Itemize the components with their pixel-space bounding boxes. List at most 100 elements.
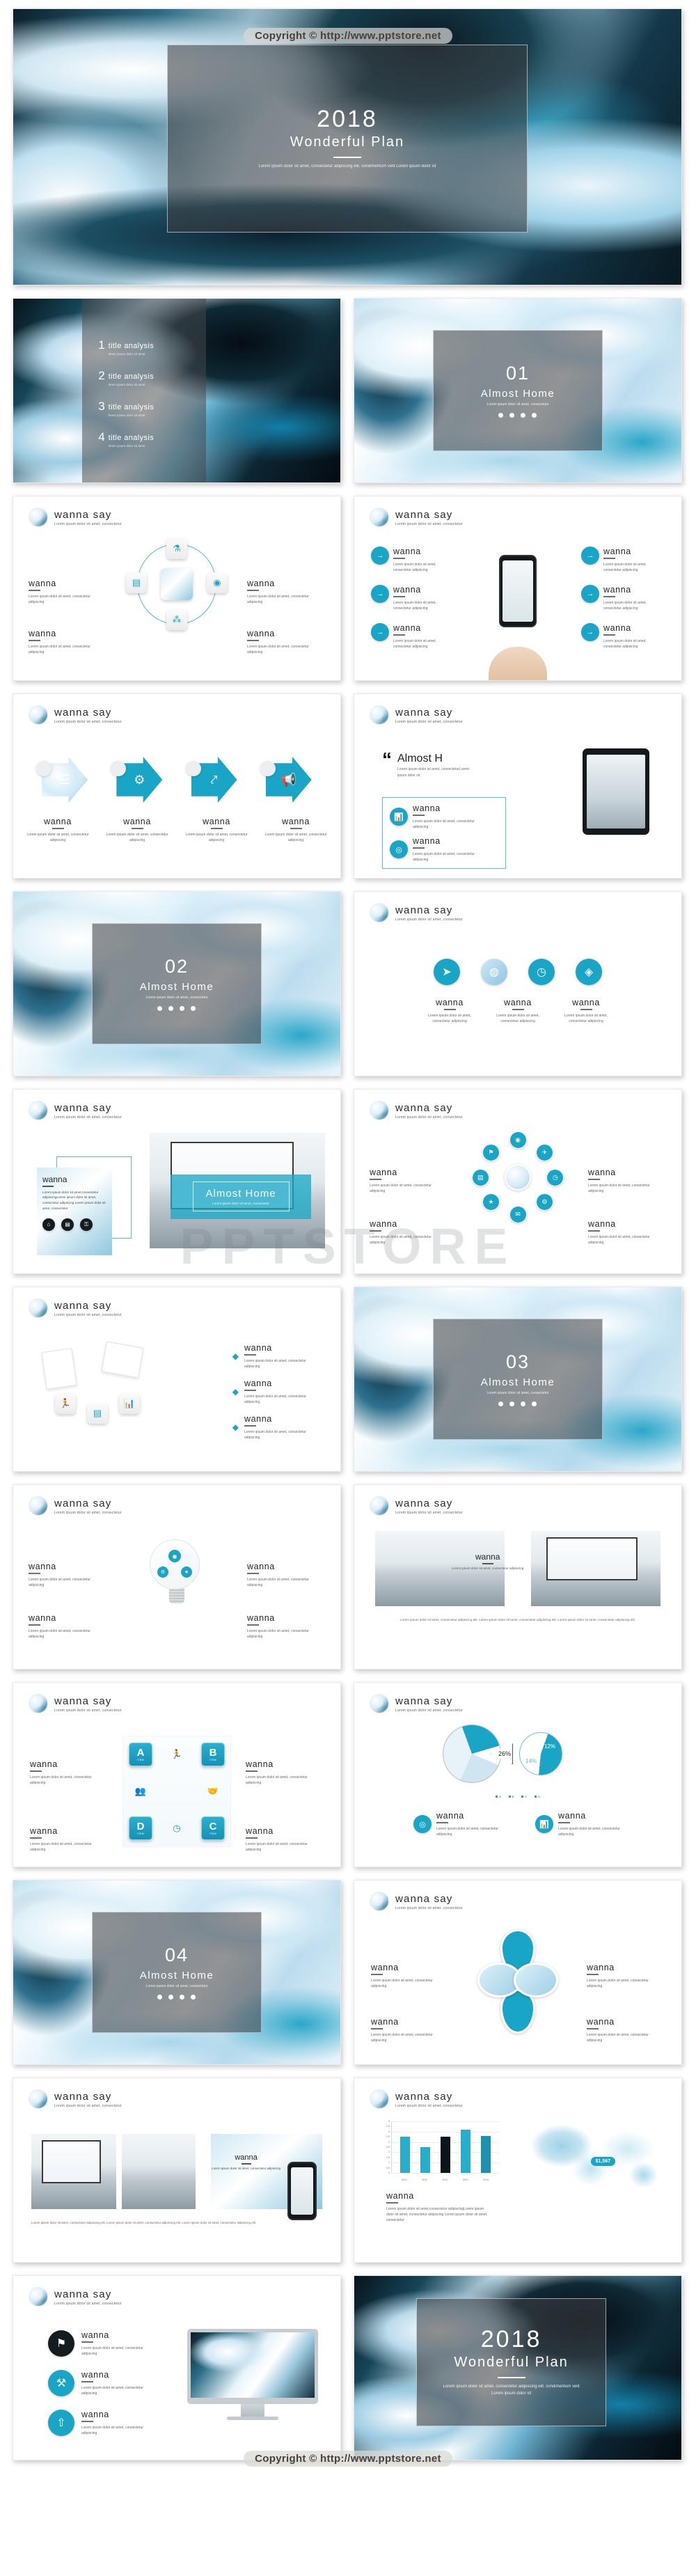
- header-title: wanna say: [395, 1101, 453, 1114]
- header-subtitle: Lorem ipsum dolor sit amet, consectetur: [54, 2103, 122, 2108]
- slide-quote-tablet[interactable]: wanna say Lorem ipsum dolor sit amet, co…: [354, 693, 682, 879]
- legend-d: D: [538, 1795, 541, 1798]
- slide-header: wanna say Lorem ipsum dolor sit amet, co…: [370, 1101, 463, 1120]
- block-text: Lorem ipsum dolor sit amet, consectetur …: [247, 1577, 309, 1587]
- slide-diamond-list[interactable]: wanna say Lorem ipsum dolor sit amet, co…: [13, 1287, 341, 1472]
- logo-icon: [29, 508, 48, 527]
- block-title: wanna: [247, 1613, 275, 1623]
- agenda-desc: lorem ipsum dolor sit amet: [108, 352, 145, 356]
- slide-photos-phone[interactable]: wanna say Lorem ipsum dolor sit amet, co…: [13, 2078, 341, 2263]
- bar-chart: 5 4.5 4 3.5 3 2.5 2 1.5 1 0.5 0 2010 201…: [382, 2120, 499, 2181]
- diamond-icon: ◈: [576, 959, 602, 985]
- header-title: wanna say: [54, 1299, 112, 1312]
- slide-section-03[interactable]: 03 Almost Home Lorem ipsum dolor sit ame…: [354, 1287, 682, 1472]
- office-photo: Almost Home Lorem ipsum dolor sit amet, …: [150, 1133, 325, 1248]
- content-block: wanna Lorem ipsum dolor sit amet, consec…: [370, 1219, 448, 1246]
- x-tick: 2010: [401, 2178, 407, 2181]
- slide-pie-chart[interactable]: wanna say Lorem ipsum dolor sit amet, co…: [354, 1682, 682, 1867]
- block-text: Lorem ipsum dolor sit amet, consectetur …: [246, 1775, 308, 1785]
- header-subtitle: Lorem ipsum dolor sit amet, consectetur: [395, 2103, 463, 2108]
- slide-header: wanna say Lorem ipsum dolor sit amet, co…: [370, 1496, 463, 1516]
- slide-bar-chart-map[interactable]: wanna say Lorem ipsum dolor sit amet, co…: [354, 2078, 682, 2263]
- diamond-list: ◆ wanna Lorem ipsum dolor sit amet, conse…: [232, 1343, 317, 1440]
- home-icon: ⌂: [42, 1218, 55, 1231]
- slide-photo-banner[interactable]: wanna say Lorem ipsum dolor sit amet, co…: [13, 1089, 341, 1274]
- circle-icon-row: ➤ ◍ ◷ ◈: [354, 959, 681, 985]
- tile-c[interactable]: C ITEM: [201, 1816, 225, 1841]
- block-title: wanna: [572, 998, 600, 1007]
- content-block: wanna Lorem ipsum dolor sit amet, consec…: [246, 1826, 324, 1853]
- agenda-number: 4: [98, 430, 105, 444]
- title-overlay-box: 2018 Wonderful Plan Lorem ipsum dolor si…: [166, 45, 528, 233]
- slide-lightbulb[interactable]: wanna say Lorem ipsum dolor sit amet, co…: [13, 1484, 341, 1670]
- content-block: wanna Lorem ipsum dolor sit amet, consec…: [29, 1562, 106, 1588]
- slide-phone-bullets[interactable]: wanna say Lorem ipsum dolor sit amet, co…: [354, 496, 682, 681]
- tile-d[interactable]: D ITEM: [129, 1816, 152, 1841]
- quote-mark-icon: “: [382, 748, 392, 770]
- hex-wheel-diagram: ◉ ✈ ◷ ⚙ ✉ ★ ▤ ⚑: [471, 1131, 564, 1224]
- petal-diagram: [476, 1929, 560, 2034]
- y-tick: 1.5: [386, 2155, 390, 2159]
- final-year: 2018: [480, 2325, 542, 2353]
- icon-list: ⚑ wanna Lorem ipsum dolor sit amet, conse…: [48, 2330, 145, 2436]
- tile-caption: ITEM: [209, 1832, 216, 1836]
- slide-section-04[interactable]: 04 Almost Home Lorem ipsum dolor sit ame…: [13, 1880, 341, 2065]
- agenda-title: title analysis: [108, 403, 155, 412]
- block-title: wanna: [371, 2017, 399, 2027]
- slide-monitor-list[interactable]: wanna say Lorem ipsum dolor sit amet, co…: [13, 2275, 341, 2460]
- slide-final[interactable]: 2018 Wonderful Plan Lorem ipsum dolor si…: [354, 2275, 682, 2460]
- slide-header: wanna say Lorem ipsum dolor sit amet, co…: [29, 1496, 122, 1516]
- block-text: Lorem ipsum dolor sit amet, consectetur …: [371, 2032, 433, 2043]
- briefcase-icon: ▤: [61, 1218, 74, 1231]
- slide-cycle-diagram[interactable]: wanna say Lorem ipsum dolor sit amet, co…: [13, 496, 341, 681]
- tile-b[interactable]: B ITEM: [201, 1742, 225, 1766]
- block-text: Lorem ipsum dolor sit amet, consectetur …: [370, 1234, 432, 1245]
- block-title: wanna: [235, 2153, 258, 2162]
- block-title: wanna: [42, 1175, 68, 1184]
- hand-photo: [489, 647, 547, 680]
- final-overlay-box: 2018 Wonderful Plan Lorem ipsum dolor si…: [416, 2298, 606, 2427]
- slide-header: wanna say Lorem ipsum dolor sit amet, co…: [29, 705, 122, 725]
- illustration-area: 🏃 ▤ 📊: [37, 1341, 176, 1440]
- slide-abcd-grid[interactable]: wanna say Lorem ipsum dolor sit amet, co…: [13, 1682, 341, 1867]
- block-text: Lorem ipsum dolor sit amet, consectetur …: [247, 1628, 309, 1639]
- logo-icon: [370, 508, 389, 527]
- block-text: Lorem ipsum dolor sit amet, consectetur …: [30, 1775, 92, 1785]
- node-icon-5: ✉: [509, 1206, 527, 1224]
- agenda-number: 1: [98, 338, 105, 352]
- block-text: Lorem ipsum dolor sit amet, consectetur …: [264, 832, 327, 842]
- slide-agenda[interactable]: 1 title analysis lorem ipsum dolor sit a…: [13, 298, 341, 483]
- block-title: wanna: [393, 623, 421, 633]
- slide-hex-wheel[interactable]: wanna say Lorem ipsum dolor sit amet, co…: [354, 1089, 682, 1274]
- tile-a[interactable]: A ITEM: [129, 1742, 152, 1766]
- node-icon-3: ◷: [546, 1168, 564, 1186]
- tile-caption: ITEM: [209, 1758, 216, 1761]
- agenda-desc: lorem ipsum dolor sit amet: [108, 444, 145, 448]
- slide-two-photos[interactable]: wanna say Lorem ipsum dolor sit amet, co…: [354, 1484, 682, 1670]
- content-block: wanna Lorem ipsum dolor sit amet, consec…: [587, 2017, 665, 2043]
- node-icon-7: ▤: [471, 1168, 489, 1186]
- logo-icon: [370, 705, 389, 725]
- footnote: Lorem ipsum dolor sit amet, consectetur …: [400, 1618, 636, 1621]
- slide-title[interactable]: 2018 Wonderful Plan Lorem ipsum dolor si…: [13, 8, 682, 285]
- slide-grid: 2018 Wonderful Plan Lorem ipsum dolor si…: [13, 8, 683, 2460]
- section-dots: [498, 413, 537, 418]
- x-tick: 2012: [442, 2178, 448, 2181]
- bulb-glass: ◉ ⚙ ★: [150, 1539, 200, 1589]
- legend-c: C: [525, 1795, 528, 1798]
- section-dots: [498, 1401, 537, 1407]
- agenda-desc: lorem ipsum dolor sit amet: [108, 414, 145, 418]
- slide-section-01[interactable]: 01 Almost Home Lorem ipsum dolor sit ame…: [354, 298, 682, 483]
- block-text: Lorem ipsum dolor sit amet, consectetur …: [29, 594, 90, 604]
- header-subtitle: Lorem ipsum dolor sit amet, consectetur: [395, 1906, 463, 1910]
- header-title: wanna say: [54, 1497, 112, 1509]
- slide-arrow-steps[interactable]: wanna say Lorem ipsum dolor sit amet, co…: [13, 693, 341, 879]
- block-text: Lorem ipsum dolor sit amet, consectetur …: [588, 1234, 650, 1245]
- slide-header: wanna say Lorem ipsum dolor sit amet, co…: [29, 1101, 122, 1120]
- slide-four-circles[interactable]: wanna say Lorem ipsum dolor sit amet, co…: [354, 891, 682, 1076]
- block-text: Lorem ipsum dolor sit amet, consectetur …: [436, 1826, 498, 1837]
- slide-section-02[interactable]: 02 Almost Home Lorem ipsum dolor sit ame…: [13, 891, 341, 1076]
- header-title: wanna say: [54, 1695, 112, 1707]
- slide-petal-diagram[interactable]: wanna say Lorem ipsum dolor sit amet, co…: [354, 1880, 682, 2065]
- petal-right: [514, 1963, 558, 1997]
